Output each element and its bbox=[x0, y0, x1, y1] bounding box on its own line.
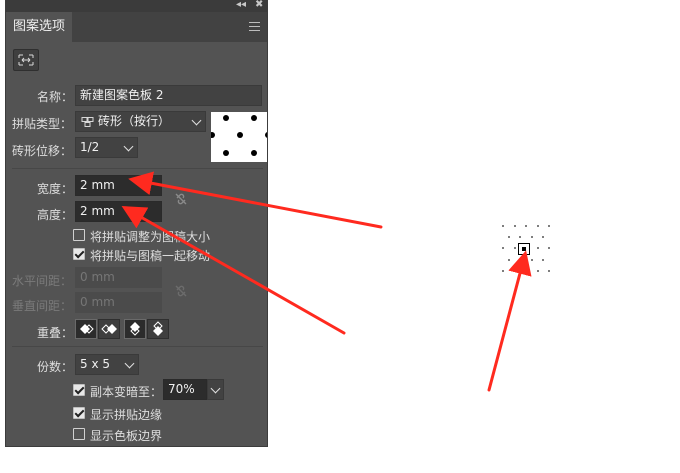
name-input[interactable]: 新建图案色板 2 bbox=[75, 85, 262, 106]
copies-dropdown[interactable]: 5 x 5 bbox=[75, 354, 139, 375]
tab-pattern-options[interactable]: 图案选项 bbox=[6, 12, 72, 42]
pattern-tile-tool-button[interactable] bbox=[13, 49, 39, 71]
show-tile-edge-label: 显示拼贴边缘 bbox=[90, 408, 163, 422]
chevron-down-icon bbox=[123, 141, 134, 152]
section-divider bbox=[12, 168, 263, 169]
chevron-down-icon bbox=[124, 358, 135, 369]
brick-by-row-icon bbox=[81, 117, 94, 127]
tile-type-value: 砖形（按行） bbox=[98, 114, 171, 128]
chevron-down-icon bbox=[210, 383, 221, 394]
v-spacing-label: 垂直间距： bbox=[12, 299, 73, 313]
link-width-height-icon[interactable] bbox=[174, 192, 188, 206]
dim-copies-label: 副本变暗至： bbox=[90, 385, 163, 399]
overlap-left-front-button[interactable] bbox=[75, 319, 97, 339]
overlap-right-icon bbox=[101, 324, 117, 334]
height-label: 高度： bbox=[37, 208, 74, 222]
panel-tab-row: 图案选项 bbox=[6, 12, 267, 42]
dim-copies-checkbox[interactable] bbox=[73, 384, 85, 396]
copies-label: 份数： bbox=[37, 360, 74, 374]
overlap-top-icon bbox=[130, 322, 140, 336]
tile-type-label: 拼贴类型： bbox=[12, 117, 73, 131]
width-label: 宽度： bbox=[37, 182, 74, 196]
overlap-top-front-button[interactable] bbox=[124, 319, 146, 339]
brick-offset-dropdown[interactable]: 1/2 bbox=[75, 137, 138, 158]
show-tile-edge-checkbox[interactable] bbox=[73, 407, 85, 419]
copies-value: 5 x 5 bbox=[80, 357, 110, 371]
pattern-options-panel: ◂◂ ✖ 图案选项 名称： 新建图案色板 2 拼贴类型： 砖形（按行） 砖形位移… bbox=[5, 0, 268, 447]
close-panel-icon[interactable]: ✖ bbox=[255, 0, 263, 11]
overlap-right-front-button[interactable] bbox=[98, 319, 120, 339]
resize-tile-checkbox[interactable] bbox=[73, 229, 85, 241]
height-input[interactable]: 2 mm bbox=[75, 201, 162, 222]
dim-copies-input[interactable]: 70% bbox=[163, 379, 207, 400]
brick-offset-label: 砖形位移： bbox=[12, 144, 73, 158]
tile-type-dropdown[interactable]: 砖形（按行） bbox=[75, 111, 206, 132]
chevron-down-icon bbox=[191, 115, 202, 126]
h-spacing-label: 水平间距： bbox=[12, 274, 73, 288]
pattern-preview bbox=[211, 112, 267, 162]
h-spacing-input[interactable]: 0 mm bbox=[75, 267, 162, 288]
show-swatch-bounds-label: 显示色板边界 bbox=[90, 429, 163, 443]
section-divider bbox=[12, 346, 263, 347]
overlap-bottom-front-button[interactable] bbox=[147, 319, 169, 339]
overlap-label: 重叠： bbox=[37, 326, 74, 340]
move-tile-checkbox[interactable] bbox=[73, 248, 85, 260]
overlap-bottom-icon bbox=[153, 321, 163, 336]
panel-menu-icon[interactable] bbox=[249, 22, 260, 31]
panel-title-bar: ◂◂ ✖ bbox=[6, 0, 267, 12]
brick-offset-value: 1/2 bbox=[80, 140, 100, 154]
overlap-left-icon bbox=[80, 324, 94, 334]
resize-tile-label: 将拼贴调整为图稿大小 bbox=[90, 230, 211, 244]
move-tile-label: 将拼贴与图稿一起移动 bbox=[90, 249, 211, 263]
pattern-tile-bounds[interactable] bbox=[518, 243, 530, 255]
arrow-to-tile bbox=[487, 250, 532, 392]
collapse-panel-icon[interactable]: ◂◂ bbox=[236, 0, 246, 11]
dim-copies-dropdown[interactable] bbox=[207, 379, 224, 400]
tile-tool-icon bbox=[18, 54, 34, 66]
show-swatch-bounds-checkbox[interactable] bbox=[73, 428, 85, 440]
width-input[interactable]: 2 mm bbox=[75, 175, 162, 196]
name-label: 名称： bbox=[37, 90, 74, 104]
v-spacing-input[interactable]: 0 mm bbox=[75, 292, 162, 313]
link-spacing-icon[interactable] bbox=[174, 284, 188, 298]
